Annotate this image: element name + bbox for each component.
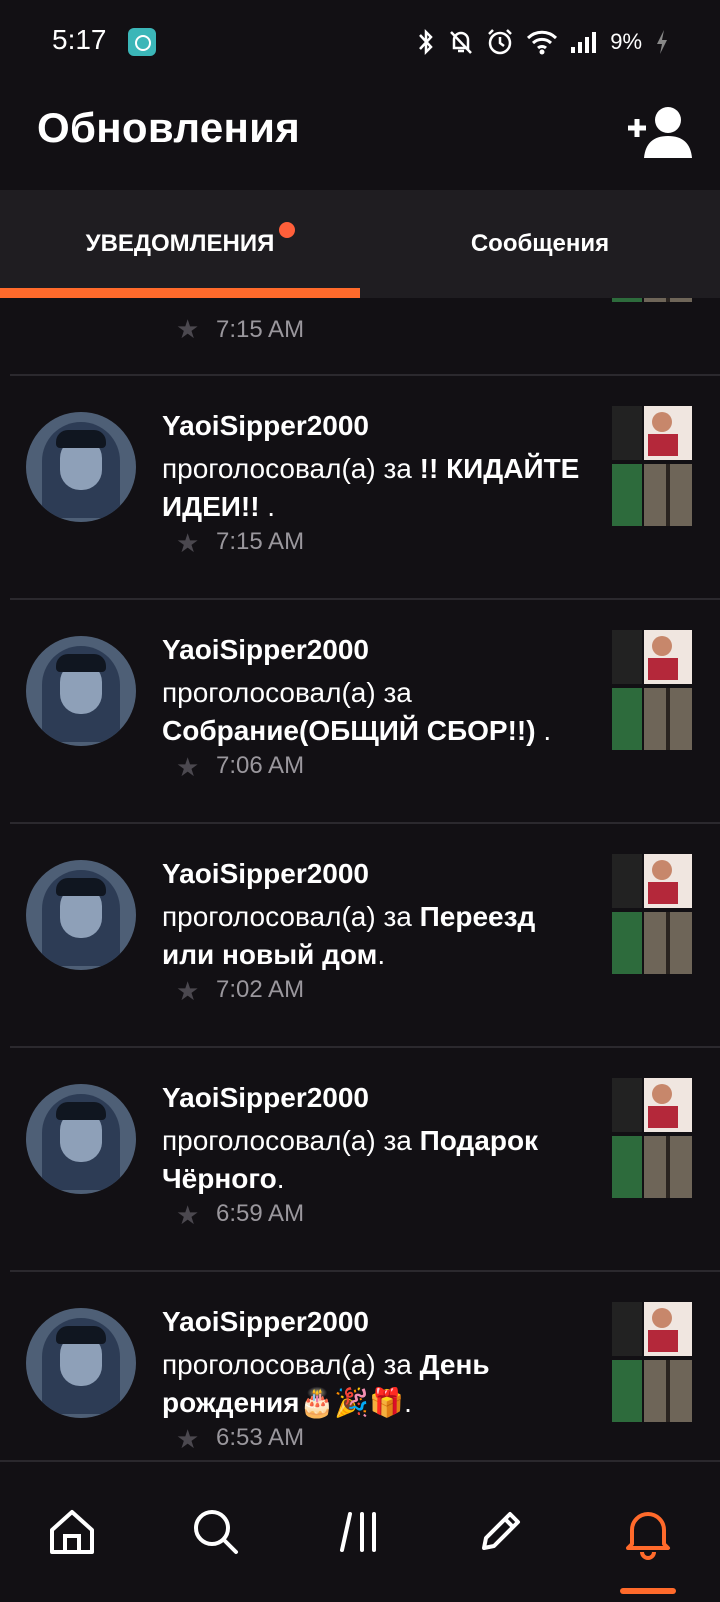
notification-text: проголосовал(а) за Переезд или новый дом… bbox=[162, 898, 582, 974]
search-icon bbox=[194, 1510, 238, 1554]
notification-badge bbox=[279, 222, 295, 238]
app-notification-icon bbox=[128, 28, 156, 56]
user-name[interactable]: YaoiSipper2000 bbox=[162, 410, 369, 442]
action-text: проголосовал(а) за bbox=[162, 901, 412, 932]
punctuation: . bbox=[377, 939, 386, 970]
write-icon bbox=[482, 1512, 520, 1550]
signal-icon bbox=[571, 32, 597, 53]
avatar[interactable] bbox=[26, 1308, 136, 1418]
star-icon: ★ bbox=[176, 1200, 200, 1230]
library-icon bbox=[340, 1512, 376, 1552]
story-cover[interactable] bbox=[612, 1078, 692, 1198]
user-name[interactable]: YaoiSipper2000 bbox=[162, 1082, 369, 1114]
avatar[interactable] bbox=[26, 860, 136, 970]
battery-percent: 9% bbox=[610, 29, 642, 54]
tab-messages[interactable]: Сообщения bbox=[360, 190, 720, 298]
add-user-button[interactable] bbox=[624, 102, 694, 162]
bluetooth-icon bbox=[419, 28, 433, 56]
wifi-icon bbox=[527, 30, 558, 55]
nav-write[interactable] bbox=[470, 1502, 530, 1562]
notification-item[interactable]: YaoiSipper2000 проголосовал(а) за Подаро… bbox=[0, 1048, 720, 1274]
notification-item[interactable]: YaoiSipper2000 проголосовал(а) за День р… bbox=[0, 1272, 720, 1460]
star-icon: ★ bbox=[176, 752, 200, 782]
notification-time: 7:02 AM bbox=[216, 976, 305, 1003]
mute-icon bbox=[450, 31, 473, 54]
bell-icon bbox=[626, 1512, 670, 1560]
status-icons: 9% bbox=[416, 24, 670, 60]
bottom-navigation bbox=[0, 1460, 720, 1602]
tab-notifications[interactable]: УВЕДОМЛЕНИЯ bbox=[0, 190, 360, 298]
punctuation: . bbox=[535, 715, 552, 746]
punctuation: . bbox=[276, 1163, 285, 1194]
notification-time: 6:59 AM bbox=[216, 1200, 305, 1227]
punctuation: . bbox=[259, 491, 276, 522]
action-text: проголосовал(а) за bbox=[162, 1349, 412, 1380]
user-name[interactable]: YaoiSipper2000 bbox=[162, 634, 369, 666]
page-title: Обновления bbox=[37, 104, 301, 151]
user-name[interactable]: YaoiSipper2000 bbox=[162, 858, 369, 890]
notification-time: 7:15 AM bbox=[216, 528, 305, 555]
battery-icon bbox=[657, 30, 667, 54]
notification-item[interactable]: YaoiSipper2000 проголосовал(а) за !! КИД… bbox=[0, 376, 720, 602]
punctuation: . bbox=[404, 1387, 412, 1418]
active-tab-indicator bbox=[0, 288, 360, 298]
avatar[interactable] bbox=[26, 636, 136, 746]
story-cover[interactable] bbox=[612, 854, 692, 974]
notification-time: 7:15 AM bbox=[216, 316, 305, 343]
star-icon: ★ bbox=[176, 976, 200, 1006]
add-user-icon bbox=[628, 107, 692, 158]
notification-text: проголосовал(а) за Подарок Чёрного. bbox=[162, 1122, 582, 1198]
status-bar: 5:17 9% bbox=[0, 0, 720, 84]
star-icon: ★ bbox=[176, 1424, 200, 1454]
action-text: проголосовал(а) за bbox=[162, 453, 412, 484]
notification-time: 6:53 AM bbox=[216, 1424, 305, 1451]
story-cover[interactable] bbox=[612, 630, 692, 750]
notification-list[interactable]: ★ 7:15 AM YaoiSipper2000 проголосовал(а)… bbox=[0, 298, 720, 1460]
notification-time: 7:06 AM bbox=[216, 752, 305, 779]
app-header: Обновления bbox=[0, 84, 720, 190]
story-cover[interactable] bbox=[612, 1302, 692, 1422]
avatar[interactable] bbox=[26, 1084, 136, 1194]
action-text: проголосовал(а) за bbox=[162, 677, 412, 708]
alarm-icon bbox=[488, 29, 513, 55]
story-cover[interactable] bbox=[612, 298, 692, 302]
status-time: 5:17 bbox=[52, 24, 107, 55]
tab-bar: УВЕДОМЛЕНИЯ Сообщения bbox=[0, 190, 720, 298]
tab-notifications-label: УВЕДОМЛЕНИЯ bbox=[85, 230, 275, 257]
tab-messages-label: Сообщения bbox=[470, 230, 610, 257]
star-icon: ★ bbox=[176, 528, 200, 558]
nav-home[interactable] bbox=[42, 1502, 102, 1562]
star-icon: ★ bbox=[176, 314, 200, 344]
notification-text: проголосовал(а) за День рождения🎂🎉🎁. bbox=[162, 1346, 582, 1422]
story-cover[interactable] bbox=[612, 406, 692, 526]
nav-library[interactable] bbox=[330, 1502, 390, 1562]
nav-notifications[interactable] bbox=[618, 1502, 678, 1562]
notification-text: проголосовал(а) за Собрание(ОБЩИЙ СБОР!!… bbox=[162, 674, 582, 750]
home-icon bbox=[50, 1510, 94, 1554]
notification-item[interactable]: YaoiSipper2000 проголосовал(а) за Переез… bbox=[0, 824, 720, 1050]
nav-search[interactable] bbox=[186, 1502, 246, 1562]
notification-item[interactable]: YaoiSipper2000 проголосовал(а) за Собран… bbox=[0, 600, 720, 826]
user-name[interactable]: YaoiSipper2000 bbox=[162, 1306, 369, 1338]
active-nav-indicator bbox=[620, 1588, 676, 1594]
story-link[interactable]: Собрание(ОБЩИЙ СБОР!!) bbox=[162, 715, 536, 746]
avatar[interactable] bbox=[26, 412, 136, 522]
notification-text: проголосовал(а) за !! КИДАЙТЕ ИДЕИ!! . bbox=[162, 450, 582, 526]
action-text: проголосовал(а) за bbox=[162, 1125, 412, 1156]
